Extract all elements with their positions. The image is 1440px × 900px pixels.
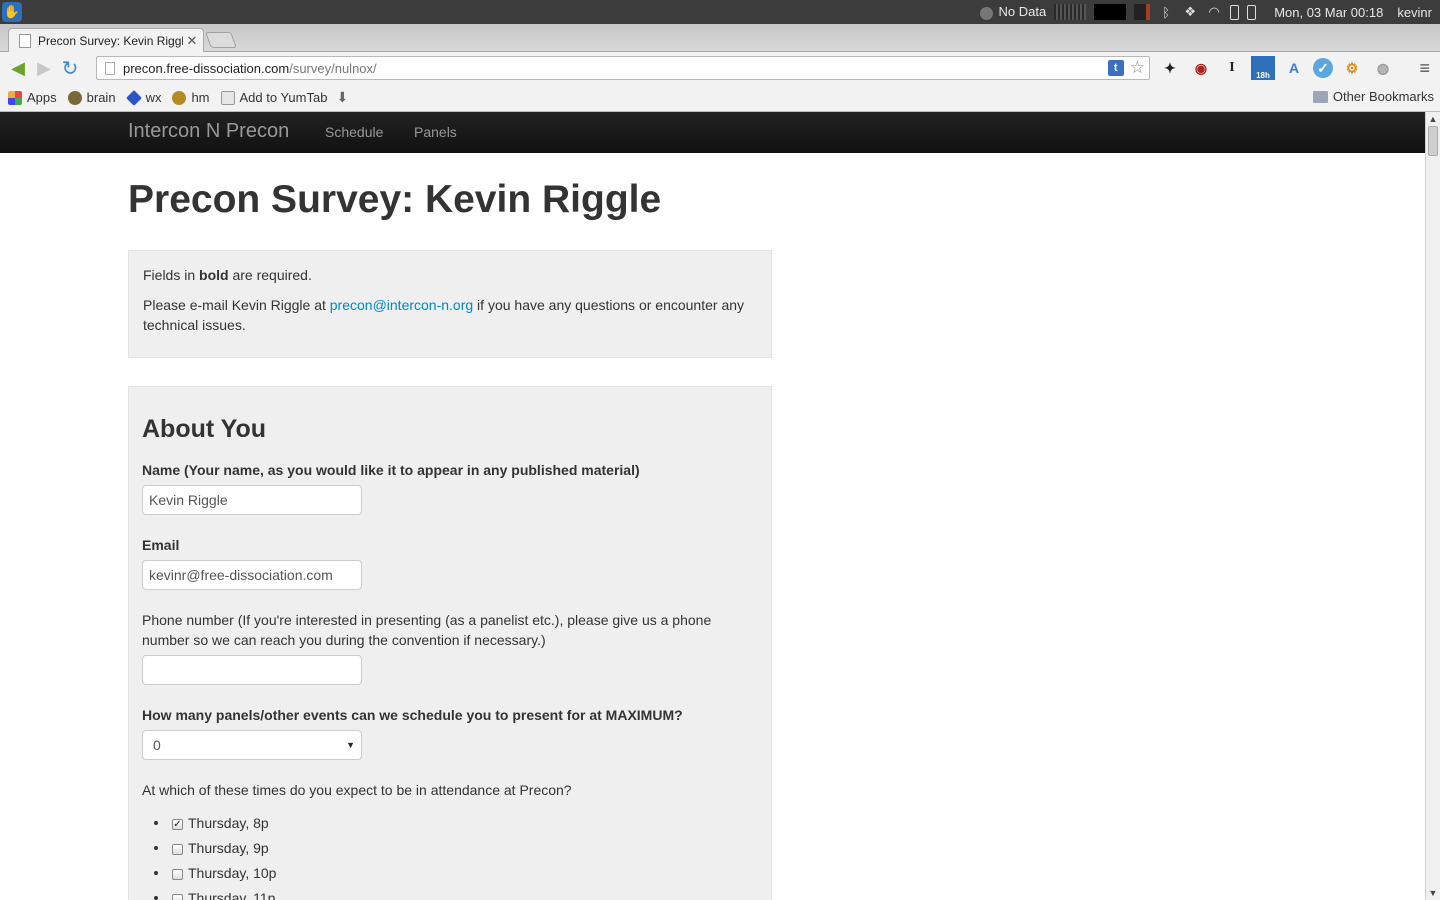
bookmark-brain[interactable]: brain bbox=[67, 90, 116, 105]
required-note: Fields in bold are required. bbox=[143, 267, 312, 283]
scrollbar-thumb[interactable] bbox=[1428, 126, 1438, 156]
apps-icon bbox=[8, 90, 22, 105]
back-button[interactable]: ◀ bbox=[5, 56, 31, 80]
bookmark-wx[interactable]: wx bbox=[125, 89, 161, 106]
network-graph bbox=[1134, 4, 1151, 20]
phone-field[interactable] bbox=[142, 655, 362, 685]
bluetooth-icon[interactable]: ᛒ bbox=[1158, 5, 1174, 20]
email-field[interactable]: kevinr@free-dissociation.com bbox=[142, 560, 362, 590]
site-navbar: Intercon N Precon Schedule Panels bbox=[0, 112, 1425, 153]
name-field[interactable]: Kevin Riggle bbox=[142, 485, 362, 515]
page-scrollbar[interactable]: ▲ ▼ bbox=[1425, 112, 1440, 900]
page-title: Precon Survey: Kevin Riggle bbox=[128, 178, 662, 221]
close-tab-icon[interactable]: ✕ bbox=[183, 33, 201, 49]
url-host: precon.free-dissociation.com bbox=[123, 60, 290, 76]
off-extension-icon[interactable]: ⚙ bbox=[1340, 56, 1364, 80]
os-menu-icon[interactable]: ✋ bbox=[2, 2, 22, 22]
cpu-graph bbox=[1054, 4, 1087, 20]
url-path: /survey/nulnox/ bbox=[289, 60, 377, 76]
hm-icon bbox=[172, 90, 187, 105]
weather-status[interactable]: No Data bbox=[980, 4, 1046, 20]
phone-label: Phone number (If you're interested in pr… bbox=[142, 612, 712, 648]
browser-toolbar: ◀ ▶ ↻ precon.free-dissociation.com/surve… bbox=[0, 52, 1440, 84]
checkbox-thursday-11p[interactable] bbox=[172, 894, 183, 900]
system-tray: No Data ᛒ ❖ ◠ Mon, 03 Mar 00:18 kevinr bbox=[980, 0, 1440, 24]
user-menu[interactable]: kevinr bbox=[1397, 5, 1432, 20]
contact-note: Please e-mail Kevin Riggle at precon@int… bbox=[143, 297, 745, 333]
email-label: Email bbox=[142, 537, 180, 553]
calendar-extension-icon[interactable]: 18h bbox=[1251, 56, 1275, 80]
battery-2-icon[interactable] bbox=[1247, 4, 1257, 20]
wifi-icon[interactable]: ◠ bbox=[1206, 4, 1222, 20]
checkbox-thursday-8p[interactable]: ✓ bbox=[172, 819, 183, 830]
attendance-list: ✓ Thursday, 8p Thursday, 9p Thursday, 10p… bbox=[152, 810, 276, 900]
memory-graph bbox=[1094, 4, 1127, 20]
bookmark-apps[interactable]: Apps bbox=[8, 90, 57, 105]
scroll-down-icon[interactable]: ▼ bbox=[1426, 886, 1440, 900]
dropbox-icon[interactable]: ❖ bbox=[1182, 4, 1198, 20]
page-favicon-icon bbox=[19, 33, 31, 48]
bookmark-star-icon[interactable]: ☆ bbox=[1130, 59, 1145, 77]
mask-extension-icon[interactable]: ◉ bbox=[1189, 56, 1213, 80]
globe-extension-icon[interactable]: ◍ bbox=[1371, 56, 1395, 80]
extension-icons: ✦ ◉ I 18h A ✓ ⚙ ◍ bbox=[1158, 56, 1402, 80]
nav-schedule[interactable]: Schedule bbox=[325, 124, 383, 140]
attendance-label: At which of these times do you expect to… bbox=[142, 782, 572, 798]
pin-extension-icon[interactable]: ✦ bbox=[1158, 56, 1182, 80]
section-heading: About You bbox=[142, 415, 267, 443]
instapaper-icon[interactable]: I bbox=[1220, 56, 1244, 80]
wx-icon bbox=[125, 89, 142, 106]
page-icon bbox=[105, 61, 115, 75]
new-tab-button[interactable] bbox=[205, 32, 237, 48]
notice-box: Fields in bold are required. Please e-ma… bbox=[128, 250, 772, 358]
address-bar[interactable]: precon.free-dissociation.com/survey/nuln… bbox=[96, 56, 1150, 80]
list-item: ✓ Thursday, 8p bbox=[152, 810, 276, 835]
bookmark-hm[interactable]: hm bbox=[172, 90, 210, 105]
folder-icon bbox=[1312, 90, 1328, 103]
list-item: Thursday, 10p bbox=[152, 860, 276, 885]
list-item: Thursday, 11p bbox=[152, 885, 276, 900]
os-top-panel: ✋ No Data ᛒ ❖ ◠ Mon, 03 Mar 00:18 kevinr bbox=[0, 0, 1440, 24]
site-brand[interactable]: Intercon N Precon bbox=[128, 120, 289, 143]
menu-icon[interactable]: ≡ bbox=[1419, 58, 1430, 79]
battery-icon[interactable] bbox=[1230, 4, 1240, 20]
max-events-value: 0 bbox=[153, 737, 161, 753]
max-events-label: How many panels/other events can we sche… bbox=[142, 707, 683, 723]
weather-icon bbox=[980, 6, 994, 20]
checkbox-thursday-9p[interactable] bbox=[172, 844, 183, 855]
contact-email-link[interactable]: precon@intercon-n.org bbox=[330, 297, 473, 313]
clock[interactable]: Mon, 03 Mar 00:18 bbox=[1274, 5, 1383, 20]
nav-panels[interactable]: Panels bbox=[414, 124, 457, 140]
document-icon bbox=[220, 90, 235, 105]
page-viewport: Intercon N Precon Schedule Panels Precon… bbox=[0, 112, 1425, 900]
name-label: Name (Your name, as you would like it to… bbox=[142, 462, 640, 478]
dropdown-arrow-icon: ▼ bbox=[346, 740, 355, 750]
forward-button[interactable]: ▶ bbox=[31, 56, 57, 80]
brain-icon bbox=[67, 90, 82, 105]
bookmark-add-to-yumtab[interactable]: Add to YumTab bbox=[220, 90, 327, 105]
reload-button[interactable]: ↻ bbox=[57, 56, 83, 80]
browser-tab[interactable]: Precon Survey: Kevin Riggl ✕ bbox=[8, 28, 204, 52]
other-bookmarks[interactable]: Other Bookmarks bbox=[1312, 89, 1434, 104]
tab-title: Precon Survey: Kevin Riggl bbox=[38, 33, 183, 48]
checkbox-thursday-10p[interactable] bbox=[172, 869, 183, 880]
translate-page-icon[interactable]: t bbox=[1107, 60, 1124, 76]
tab-strip: Precon Survey: Kevin Riggl ✕ bbox=[0, 24, 1440, 52]
scroll-up-icon[interactable]: ▲ bbox=[1426, 112, 1440, 126]
check-extension-icon[interactable]: ✓ bbox=[1313, 58, 1333, 78]
download-arrow-icon[interactable]: ⬇ bbox=[336, 89, 348, 106]
bookmarks-bar: Apps brain wx hm Add to YumTab ⬇ Other B… bbox=[0, 84, 1440, 112]
list-item: Thursday, 9p bbox=[152, 835, 276, 860]
translate-extension-icon[interactable]: A bbox=[1282, 56, 1306, 80]
max-events-select[interactable]: 0 ▼ bbox=[142, 730, 362, 760]
